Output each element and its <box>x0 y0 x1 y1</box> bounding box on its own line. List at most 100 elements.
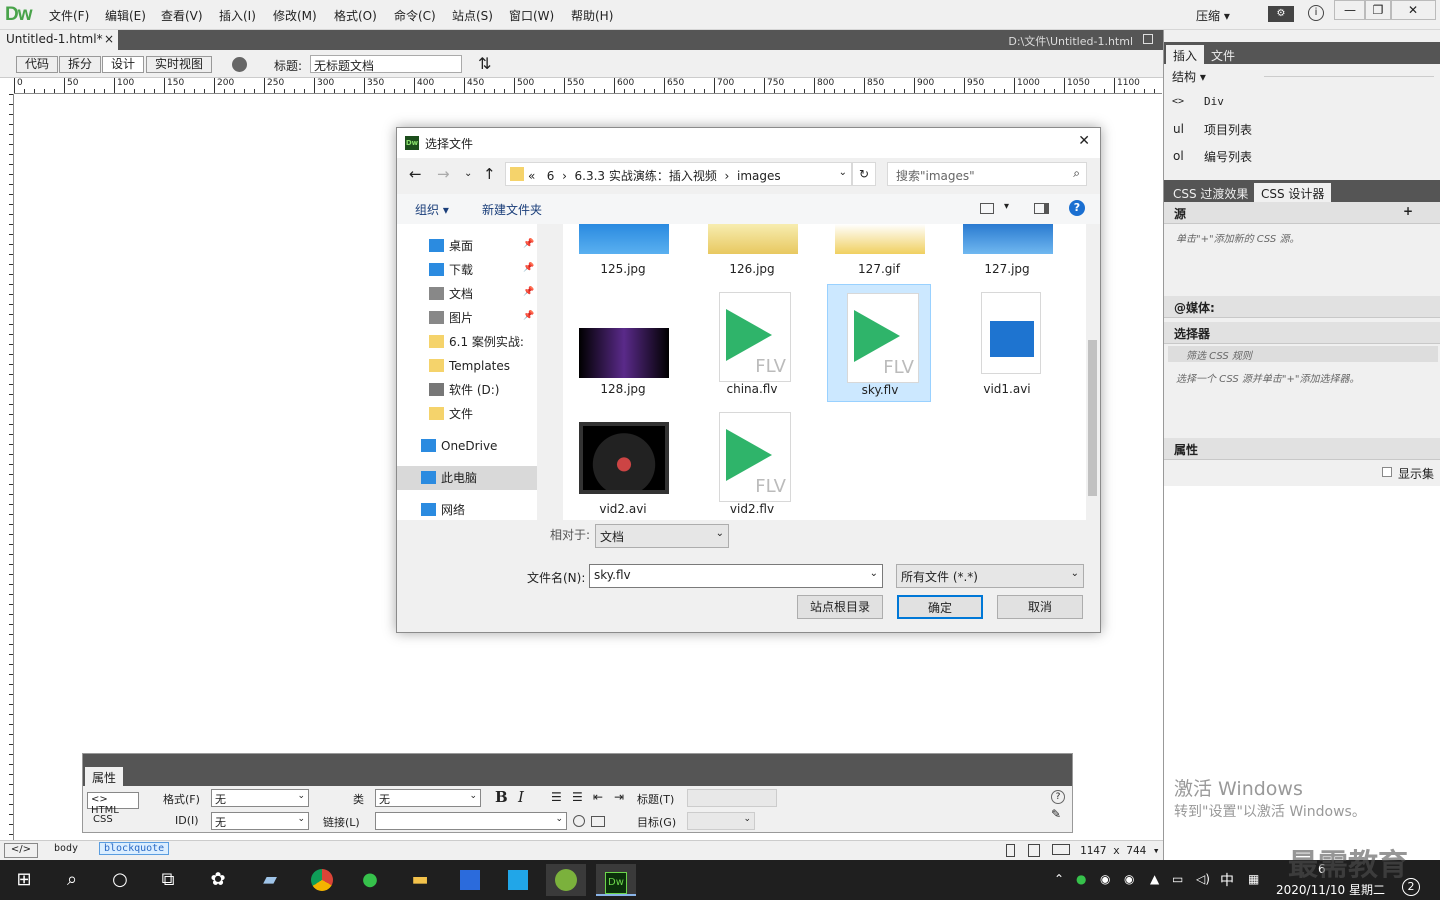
document-tab[interactable]: Untitled-1.html* × <box>0 30 118 50</box>
address-dropdown-icon[interactable]: ⌄ <box>839 167 847 178</box>
menu-format[interactable]: 格式(O) <box>334 7 377 24</box>
search-box[interactable]: 搜索"images" ⌕ <box>887 162 1087 186</box>
nav-item[interactable]: Templates <box>449 356 510 376</box>
restore-doc-icon[interactable] <box>1143 34 1153 44</box>
italic-button[interactable]: I <box>518 788 524 806</box>
point-to-file-icon[interactable] <box>573 815 585 827</box>
wps-icon[interactable] <box>450 864 490 896</box>
cortana-icon[interactable]: ○ <box>100 864 140 896</box>
store-icon[interactable] <box>498 864 538 896</box>
recent-dropdown-icon[interactable]: ⌄ <box>464 168 472 179</box>
code-view-button[interactable]: 代码 <box>16 56 59 73</box>
back-icon[interactable]: ← <box>409 165 422 183</box>
menu-commands[interactable]: 命令(C) <box>394 7 436 24</box>
heading-input[interactable] <box>687 789 777 807</box>
tab-files[interactable]: 文件 <box>1204 45 1242 64</box>
nav-item[interactable]: 此电脑 <box>441 468 477 488</box>
breadcrumb-633[interactable]: 6.3.3 实战演练：插入视频 <box>575 169 717 183</box>
dreamweaver-icon[interactable]: Dw <box>596 864 636 896</box>
menu-insert[interactable]: 插入(I) <box>219 7 256 24</box>
category-dropdown[interactable]: 结构 ▾ <box>1172 68 1206 85</box>
mobile-size-icon[interactable] <box>1006 844 1015 857</box>
tablet-size-icon[interactable] <box>1028 844 1040 857</box>
forward-icon[interactable]: → <box>437 165 450 183</box>
organize-button[interactable]: 组织 ▾ <box>415 201 449 218</box>
pin-icon[interactable]: 📌 <box>523 311 534 321</box>
tag-blockquote[interactable]: blockquote <box>99 842 170 855</box>
html-mode-button[interactable]: <> HTML <box>87 792 139 816</box>
ime-grid-icon[interactable]: ▦ <box>1248 872 1259 886</box>
live-view-button[interactable]: 实时视图 <box>146 56 213 73</box>
file-item[interactable]: vid1.avi <box>955 284 1059 402</box>
site-root-button[interactable]: 站点根目录 <box>797 595 883 619</box>
tray-expand-icon[interactable]: ⌃ <box>1054 872 1064 886</box>
up-icon[interactable]: ↑ <box>483 165 496 183</box>
minimize-button[interactable]: — <box>1334 0 1366 20</box>
menu-site[interactable]: 站点(S) <box>452 7 493 24</box>
maximize-button[interactable]: ❐ <box>1364 0 1392 20</box>
notepad-icon[interactable]: ▰ <box>250 864 290 896</box>
file-item[interactable]: 127.gif <box>827 224 931 284</box>
target-select[interactable]: ⌄ <box>687 812 755 830</box>
ime-indicator[interactable]: 中 <box>1220 870 1234 890</box>
nav-item[interactable]: 下载 <box>449 260 473 280</box>
pin-icon[interactable]: 📌 <box>523 239 534 249</box>
volume-icon[interactable]: ◁) <box>1196 872 1210 886</box>
help-icon[interactable]: ? <box>1069 200 1085 216</box>
help-icon[interactable]: ? <box>1051 790 1065 804</box>
close-tab-icon[interactable]: × <box>104 32 114 46</box>
add-source-icon[interactable]: + <box>1403 204 1413 218</box>
desktop-size-icon[interactable] <box>1052 844 1070 855</box>
tab-css-transitions[interactable]: CSS 过渡效果 <box>1166 183 1255 202</box>
file-item[interactable]: 125.jpg <box>571 224 675 284</box>
network-icon[interactable]: ▭ <box>1172 872 1183 886</box>
info-icon[interactable]: i <box>1308 5 1324 21</box>
quick-tag-editor-icon[interactable]: ✎ <box>1051 807 1061 821</box>
title-input[interactable]: 无标题文档 <box>310 55 462 73</box>
nav-item[interactable]: 文档 <box>449 284 473 304</box>
tab-insert[interactable]: 插入 <box>1166 45 1205 64</box>
breadcrumb-images[interactable]: images <box>737 169 781 183</box>
start-icon[interactable]: ⊞ <box>4 864 44 896</box>
nav-scrollbar[interactable] <box>537 224 550 520</box>
globe-icon[interactable] <box>232 57 247 72</box>
id-select[interactable]: 无 ⌄ <box>211 812 309 830</box>
format-select[interactable]: 无 ⌄ <box>211 789 309 807</box>
photo-app-icon[interactable] <box>546 864 586 896</box>
filetype-select[interactable]: 所有文件 (*.*) ⌄ <box>896 564 1084 588</box>
menu-help[interactable]: 帮助(H) <box>571 7 613 24</box>
pin-icon[interactable]: 📌 <box>523 263 534 273</box>
pinwheel-app-icon[interactable]: ✿ <box>198 864 238 896</box>
nav-item[interactable]: 6.1 案例实战: <box>449 332 524 352</box>
file-management-icon[interactable]: ⇅ <box>478 54 491 73</box>
menu-file[interactable]: 文件(F) <box>49 7 89 24</box>
nav-item[interactable]: OneDrive <box>441 436 497 456</box>
preview-pane-icon[interactable] <box>1034 203 1049 214</box>
tab-properties[interactable]: 属性 <box>85 767 124 786</box>
file-item[interactable]: FLV vid2.flv <box>700 404 804 522</box>
file-explorer-icon[interactable]: ▬ <box>400 864 440 896</box>
insert-ul-item[interactable]: 项目列表 <box>1204 121 1252 138</box>
refresh-icon[interactable]: ↻ <box>852 162 876 186</box>
menu-edit[interactable]: 编辑(E) <box>105 7 146 24</box>
file-item[interactable]: FLV sky.flv <box>827 284 931 402</box>
nav-item[interactable]: 网络 <box>441 500 465 520</box>
nav-item[interactable]: 桌面 <box>449 236 473 256</box>
compress-dropdown[interactable]: 压缩 ▾ <box>1196 7 1230 24</box>
indent-icon[interactable]: ⇥ <box>614 790 624 804</box>
task-view-icon[interactable]: ⧉ <box>148 864 188 896</box>
menu-modify[interactable]: 修改(M) <box>273 7 317 24</box>
unordered-list-icon[interactable]: ☰ <box>551 790 562 804</box>
view-dropdown-icon[interactable]: ▾ <box>1004 201 1009 212</box>
notification-tray-icon[interactable]: ▲ <box>1150 872 1159 886</box>
cancel-button[interactable]: 取消 <box>997 595 1083 619</box>
ok-button[interactable]: 确定 <box>897 595 983 619</box>
address-bar[interactable]: « 6 › 6.3.3 实战演练：插入视频 › images ⌄ <box>505 162 852 186</box>
outdent-icon[interactable]: ⇤ <box>593 790 603 804</box>
browse-folder-icon[interactable] <box>591 816 605 827</box>
design-view-button[interactable]: 设计 <box>102 56 145 73</box>
workspace-icon[interactable]: ⚙ <box>1268 6 1294 22</box>
file-scrollbar[interactable] <box>1086 224 1099 520</box>
insert-ol-item[interactable]: 编号列表 <box>1204 148 1252 165</box>
dialog-close-icon[interactable]: ✕ <box>1078 133 1090 149</box>
